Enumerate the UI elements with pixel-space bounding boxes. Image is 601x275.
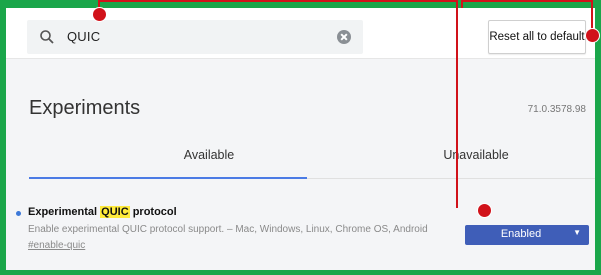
experiment-state-value: Enabled bbox=[500, 228, 542, 240]
annotation-line-right-top bbox=[461, 0, 593, 2]
tab-available[interactable]: Available bbox=[139, 148, 279, 162]
annotation-line-top bbox=[98, 0, 456, 2]
search-highlight: QUIC bbox=[100, 206, 130, 218]
experiment-title: Experimental QUIC protocol bbox=[28, 206, 177, 218]
experiment-state-select[interactable]: Enabled ▼ bbox=[465, 225, 589, 245]
tab-unavailable[interactable]: Unavailable bbox=[406, 148, 546, 162]
experiment-description: Enable experimental QUIC protocol suppor… bbox=[28, 224, 428, 235]
active-tab-indicator bbox=[29, 177, 307, 179]
tab-bar: Available Unavailable bbox=[29, 136, 595, 179]
annotation-dot-reset bbox=[585, 28, 600, 43]
annotation-dot-enabled bbox=[477, 203, 492, 218]
clear-icon[interactable] bbox=[337, 30, 351, 44]
caret-down-icon: ▼ bbox=[573, 228, 581, 237]
bullet-dot-icon bbox=[16, 211, 21, 216]
search-box[interactable]: QUIC bbox=[27, 20, 363, 54]
search-input[interactable]: QUIC bbox=[67, 29, 100, 44]
experiment-title-prefix: Experimental bbox=[28, 206, 101, 218]
experiment-row: Experimental QUIC protocol Enable experi… bbox=[6, 201, 595, 261]
experiment-link[interactable]: #enable-quic bbox=[28, 240, 85, 251]
annotation-line-vertical bbox=[456, 0, 458, 208]
chrome-flags-page: QUIC Reset all to default Experiments 71… bbox=[6, 8, 595, 270]
experiment-title-suffix: protocol bbox=[129, 206, 177, 218]
version-label: 71.0.3578.98 bbox=[527, 104, 586, 115]
reset-all-button[interactable]: Reset all to default bbox=[488, 20, 586, 54]
search-icon bbox=[40, 30, 54, 44]
page-title: Experiments bbox=[29, 97, 141, 119]
annotation-dot-search bbox=[92, 7, 107, 22]
